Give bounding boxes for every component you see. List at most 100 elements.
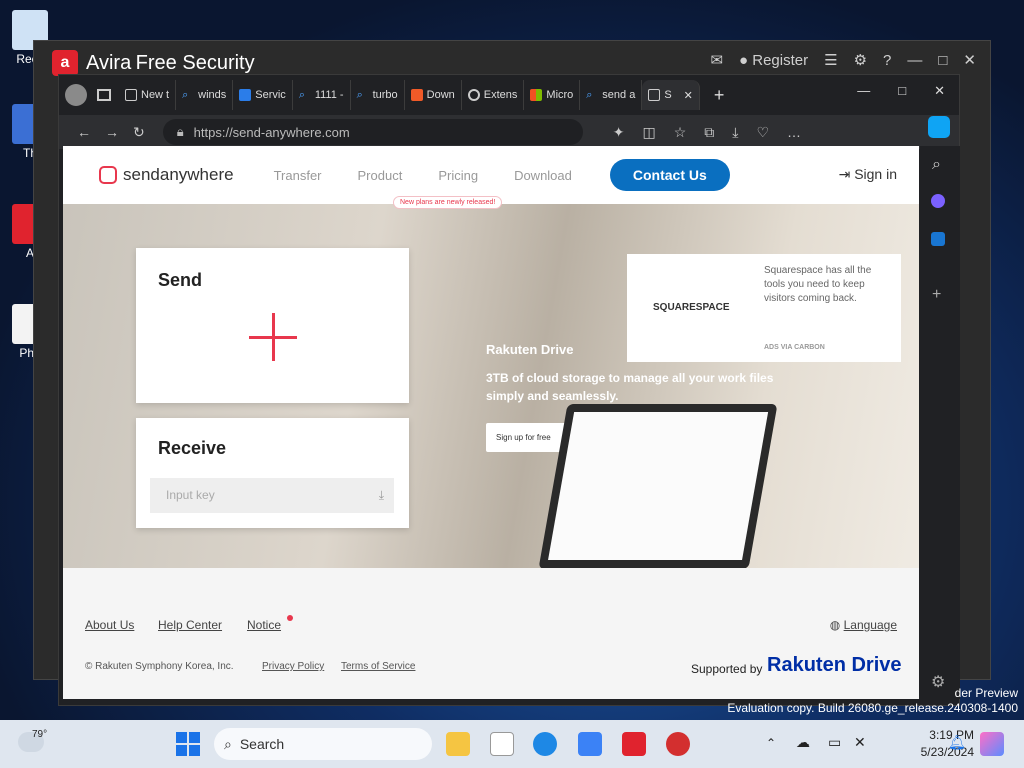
search-icon: ⌕ (298, 89, 305, 101)
tab-1111[interactable]: ⌕ 1111 - (293, 80, 351, 110)
send-card[interactable]: Send (136, 248, 409, 403)
laptop-image (538, 404, 778, 569)
copyright: © Rakuten Symphony Korea, Inc. (85, 661, 234, 672)
tab-new[interactable]: New t (119, 80, 177, 110)
taskbar-search[interactable]: ⌕ Search (214, 728, 432, 760)
about-us-link[interactable]: About Us (85, 618, 134, 632)
url-field[interactable]: 🔒︎ https://send-anywhere.com (162, 119, 583, 145)
performance-icon[interactable]: ♡ (756, 124, 769, 141)
more-icon[interactable]: … (787, 124, 801, 141)
downloads-icon[interactable]: ⤓ (732, 124, 738, 141)
user-icon: ● (739, 51, 749, 69)
tab-microsoft[interactable]: Micro (524, 80, 581, 110)
notice-dot (287, 615, 293, 621)
notepad-icon[interactable] (490, 732, 514, 756)
app-taskbar-icon[interactable] (666, 732, 690, 756)
tab-turbo[interactable]: ⌕ turbo (351, 80, 405, 110)
chevron-up-icon[interactable]: ⌃ (766, 736, 776, 750)
avira-brand: Avira (86, 51, 132, 74)
avira-logo-icon: a (52, 50, 78, 76)
close-icon[interactable]: ✕ (963, 51, 976, 69)
tab-winds[interactable]: ⌕ winds (176, 80, 234, 110)
microsoft-icon (530, 89, 543, 101)
gear-icon[interactable]: ⚙ (854, 51, 867, 69)
nav-pricing[interactable]: Pricing (438, 168, 478, 183)
send-anywhere-logo-icon (99, 166, 117, 184)
promo-brand: Rakuten Drive (486, 342, 574, 357)
new-tab-button[interactable]: + (714, 85, 725, 106)
globe-icon: ◍ (829, 618, 841, 632)
squarespace-logo: SQUARESPACE (653, 302, 730, 313)
tab-active[interactable]: S ✕ (642, 80, 700, 110)
search-icon: ⌕ (182, 89, 189, 101)
download-icon[interactable]: ⤓ (379, 478, 384, 513)
start-button[interactable] (176, 732, 200, 756)
add-icon[interactable]: + (932, 286, 941, 304)
weather-temp: 79° (32, 729, 48, 740)
help-center-link[interactable]: Help Center (158, 618, 222, 632)
notice-link[interactable]: Notice (247, 618, 281, 632)
maximize-icon[interactable]: □ (898, 83, 906, 99)
design-icon[interactable] (931, 194, 945, 208)
help-icon[interactable]: ? (883, 52, 891, 69)
copilot-taskbar-icon[interactable] (980, 732, 1004, 756)
tab-send-anywhere[interactable]: ⌕ send a (580, 80, 643, 110)
search-icon[interactable]: ⌕ (932, 156, 941, 174)
bing-icon (239, 89, 252, 101)
minimize-icon[interactable]: — (857, 83, 870, 99)
tab-bar: New t ⌕ winds Servic ⌕ 1111 - ⌕ turbo Down … (59, 75, 959, 115)
supported-by: Supported by (691, 662, 763, 676)
mail-icon[interactable]: ✉ (710, 51, 723, 69)
sign-in-link[interactable]: ⇥ Sign in (839, 166, 897, 183)
page-icon (648, 89, 661, 101)
language-link[interactable]: ◍ Language (830, 618, 897, 632)
internet-explorer-icon[interactable] (533, 732, 557, 756)
tab-actions-icon[interactable] (97, 89, 111, 101)
contact-us-button[interactable]: Contact Us (609, 159, 730, 191)
feedback-icon[interactable]: ☰ (824, 51, 837, 69)
tab-extensions[interactable]: Extens (462, 80, 525, 110)
site-footer: About Us Help Center Notice ◍ Language ©… (63, 568, 919, 699)
search-icon: ⌕ (586, 89, 593, 101)
store-icon[interactable] (578, 732, 602, 756)
nav-download[interactable]: Download (514, 168, 572, 183)
search-icon: ⌕ (224, 735, 232, 752)
input-key-field[interactable]: Input key ⤓ (150, 478, 394, 513)
maximize-icon[interactable]: □ (938, 52, 947, 69)
plus-icon[interactable] (249, 313, 297, 361)
onedrive-icon[interactable]: ☁ (796, 734, 810, 751)
edge-sidebar: ⌕ + ⚙ (920, 116, 960, 699)
copilot-icon[interactable] (928, 116, 950, 138)
sign-in-icon: ⇥ (838, 166, 851, 182)
lock-icon: 🔒︎ (176, 124, 184, 139)
display-icon[interactable]: ▭ (828, 734, 841, 751)
avira-taskbar-icon[interactable] (622, 732, 646, 756)
close-icon[interactable]: ✕ (934, 83, 945, 99)
nav-transfer[interactable]: Transfer (274, 168, 322, 183)
extensions-icon[interactable]: ✦ (613, 124, 625, 141)
bell-icon[interactable]: 🔔︎ (948, 734, 966, 751)
forward-icon[interactable]: → (105, 124, 119, 140)
collections-icon[interactable]: ⧉ (704, 124, 714, 141)
ad-text: Squarespace has all the tools you need t… (764, 265, 872, 304)
refresh-icon[interactable]: ↻ (133, 124, 145, 141)
receive-card: Receive Input key ⤓ (136, 418, 409, 528)
profile-avatar[interactable] (65, 84, 87, 106)
terms-link[interactable]: Terms of Service (341, 661, 415, 672)
tab-service[interactable]: Servic (233, 80, 293, 110)
volume-muted-icon[interactable]: ✕ (854, 734, 866, 751)
register-link[interactable]: ● Register (739, 52, 808, 69)
pricing-badge: New plans are newly released! (393, 196, 503, 209)
back-icon[interactable]: ← (77, 124, 91, 140)
tab-close-icon[interactable]: ✕ (684, 89, 693, 102)
favorites-icon[interactable]: ☆ (674, 124, 687, 141)
file-explorer-icon[interactable] (446, 732, 470, 756)
outlook-icon[interactable] (931, 232, 945, 246)
site-logo[interactable]: sendanywhere (99, 165, 234, 185)
split-screen-icon[interactable]: ◫ (642, 124, 655, 141)
minimize-icon[interactable]: — (907, 52, 922, 69)
tab-download[interactable]: Down (405, 80, 462, 110)
receive-title: Receive (158, 438, 227, 458)
nav-product[interactable]: Product (358, 168, 403, 183)
privacy-policy-link[interactable]: Privacy Policy (262, 661, 324, 672)
